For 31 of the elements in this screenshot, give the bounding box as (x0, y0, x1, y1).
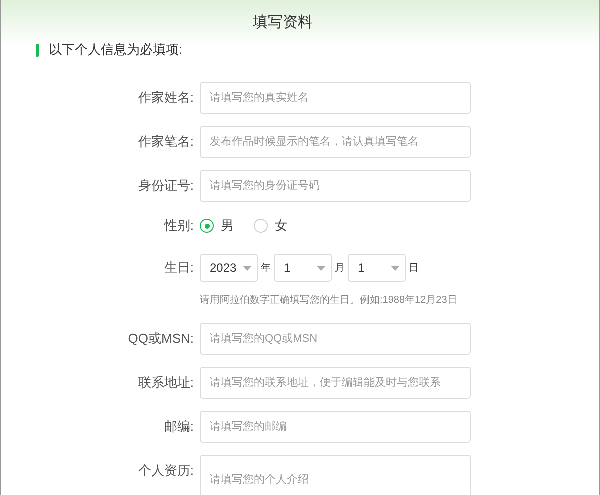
text-field[interactable]: 请填写您的邮编 (200, 411, 471, 443)
radio-option[interactable]: 女 (254, 216, 288, 236)
field-label: 身份证号: (138, 177, 194, 196)
field-label: 邮编: (164, 418, 194, 436)
text-field[interactable]: 请填写您的联系地址，便于编辑能及时与您联系 (200, 367, 471, 399)
section-marker (36, 44, 39, 56)
page-title: 填写资料 (253, 13, 313, 33)
field-label: 个人资历: (138, 462, 194, 480)
text-area[interactable]: 请填写您的个人介绍 (200, 455, 471, 495)
text-field[interactable]: 请填写您的身份证号码 (200, 170, 471, 202)
text-field[interactable]: 请填写您的QQ或MSN (200, 323, 471, 355)
date-unit: 月 (335, 262, 345, 276)
select-field[interactable]: 1 (348, 254, 406, 282)
hint-text: 请用阿拉伯数字正确填写您的生日。例如:1988年12月23日 (200, 295, 458, 306)
select-field[interactable]: 2023 (200, 254, 258, 282)
date-unit: 日 (409, 262, 419, 276)
caret-icon (243, 266, 252, 270)
field-label: QQ或MSN: (128, 330, 194, 348)
field-label: 作家笔名: (138, 133, 194, 152)
caret-icon (317, 266, 326, 270)
field-label: 性别: (164, 217, 194, 236)
field-label: 生日: (164, 259, 194, 278)
caret-icon (391, 266, 400, 270)
radio-option[interactable]: 男 (200, 216, 234, 236)
select-field[interactable]: 1 (274, 254, 332, 282)
date-unit: 年 (261, 262, 271, 276)
section-title: 以下个人信息为必填项: (49, 41, 183, 60)
field-label: 作家姓名: (138, 89, 194, 108)
text-field[interactable]: 请填写您的真实姓名 (200, 82, 471, 114)
field-label: 联系地址: (138, 374, 194, 392)
text-field[interactable]: 发布作品时候显示的笔名，请认真填写笔名 (200, 126, 471, 158)
